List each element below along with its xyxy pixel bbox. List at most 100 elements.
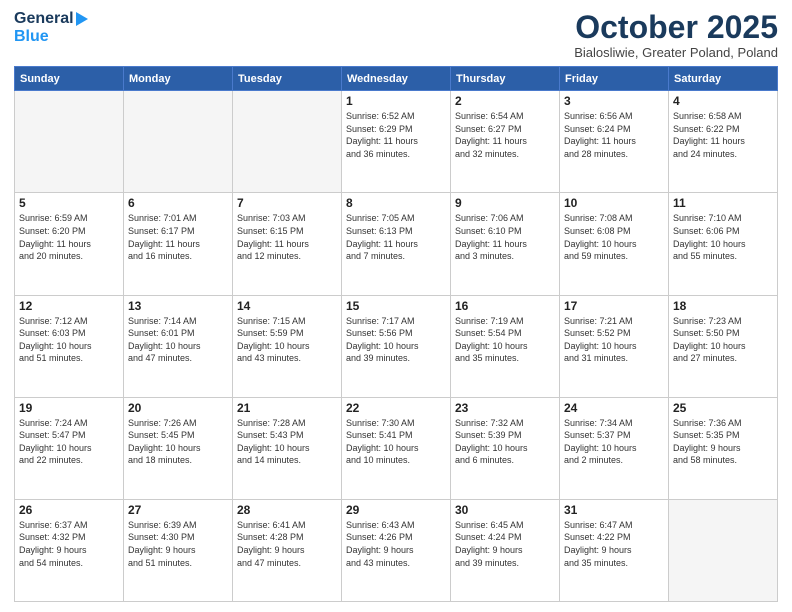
day-info: Sunrise: 6:41 AMSunset: 4:28 PMDaylight:… (237, 519, 337, 569)
day-info-line: Sunset: 6:29 PM (346, 124, 413, 134)
day-info: Sunrise: 7:28 AMSunset: 5:43 PMDaylight:… (237, 417, 337, 467)
day-info-line: and 51 minutes. (128, 558, 192, 568)
calendar-cell: 2 Sunrise: 6:54 AMSunset: 6:27 PMDaylight… (451, 91, 560, 193)
day-info-line: Sunset: 5:50 PM (673, 328, 740, 338)
day-info: Sunrise: 7:36 AMSunset: 5:35 PMDaylight:… (673, 417, 773, 467)
day-info: Sunrise: 6:54 AMSunset: 6:27 PMDaylight:… (455, 110, 555, 160)
day-info-line: Sunset: 6:20 PM (19, 226, 86, 236)
day-info-line: Daylight: 11 hours (128, 239, 200, 249)
day-info: Sunrise: 7:03 AM Sunset: 6:15 PM Daylight:… (237, 212, 337, 262)
day-number: 18 (673, 299, 773, 313)
day-number: 24 (564, 401, 664, 415)
day-info: Sunrise: 7:23 AMSunset: 5:50 PMDaylight:… (673, 315, 773, 365)
day-info-line: Daylight: 11 hours (346, 239, 418, 249)
day-info-line: Sunrise: 6:52 AM (346, 111, 415, 121)
day-info-line: Sunset: 6:08 PM (564, 226, 631, 236)
day-number: 11 (673, 196, 773, 210)
day-info-line: Sunset: 4:32 PM (19, 532, 86, 542)
day-info-line: Sunrise: 7:03 AM (237, 213, 306, 223)
day-info-line: and 32 minutes. (455, 149, 519, 159)
day-info-line: Sunset: 5:54 PM (455, 328, 522, 338)
day-number: 7 (237, 196, 337, 210)
day-info: Sunrise: 7:06 AMSunset: 6:10 PMDaylight:… (455, 212, 555, 262)
day-info-line: Sunrise: 6:45 AM (455, 520, 524, 530)
col-sunday: Sunday (15, 67, 124, 91)
calendar-week-4: 19Sunrise: 7:24 AMSunset: 5:47 PMDayligh… (15, 397, 778, 499)
day-info-line: and 16 minutes. (128, 251, 192, 261)
day-info-line: Daylight: 10 hours (346, 341, 419, 351)
day-info: Sunrise: 7:05 AMSunset: 6:13 PMDaylight:… (346, 212, 446, 262)
day-info: Sunrise: 6:47 AMSunset: 4:22 PMDaylight:… (564, 519, 664, 569)
calendar-cell: 26Sunrise: 6:37 AMSunset: 4:32 PMDayligh… (15, 499, 124, 601)
day-info: Sunrise: 7:32 AMSunset: 5:39 PMDaylight:… (455, 417, 555, 467)
day-info-line: and 20 minutes. (19, 251, 83, 261)
calendar-cell: 27Sunrise: 6:39 AMSunset: 4:30 PMDayligh… (124, 499, 233, 601)
day-info-line: Sunset: 5:39 PM (455, 430, 522, 440)
day-number: 27 (128, 503, 228, 517)
day-number: 19 (19, 401, 119, 415)
title-area: October 2025 Bialosliwie, Greater Poland… (574, 10, 778, 60)
day-info-line: Sunrise: 7:32 AM (455, 418, 524, 428)
day-info-line: and 14 minutes. (237, 455, 301, 465)
day-info-line: Daylight: 11 hours (673, 136, 745, 146)
col-saturday: Saturday (669, 67, 778, 91)
day-info-line: Sunset: 5:43 PM (237, 430, 304, 440)
day-info-line: and 7 minutes. (346, 251, 405, 261)
day-info-line: Daylight: 9 hours (346, 545, 414, 555)
day-info: Sunrise: 6:43 AMSunset: 4:26 PMDaylight:… (346, 519, 446, 569)
day-info-line: Daylight: 9 hours (128, 545, 196, 555)
day-info: Sunrise: 6:56 AMSunset: 6:24 PMDaylight:… (564, 110, 664, 160)
day-info-line: Sunset: 6:15 PM (237, 226, 304, 236)
day-number: 14 (237, 299, 337, 313)
col-friday: Friday (560, 67, 669, 91)
day-info-line: and 59 minutes. (564, 251, 628, 261)
logo-general-text: General (14, 10, 74, 27)
day-info-line: Daylight: 11 hours (237, 239, 309, 249)
calendar-cell: 18 Sunrise: 7:23 AMSunset: 5:50 PMDayligh… (669, 295, 778, 397)
day-info-line: Daylight: 10 hours (19, 341, 92, 351)
day-info-line: Sunrise: 7:17 AM (346, 316, 415, 326)
day-info: Sunrise: 6:37 AMSunset: 4:32 PMDaylight:… (19, 519, 119, 569)
calendar-cell: 22Sunrise: 7:30 AMSunset: 5:41 PMDayligh… (342, 397, 451, 499)
calendar-cell: 24Sunrise: 7:34 AMSunset: 5:37 PMDayligh… (560, 397, 669, 499)
day-info-line: and 35 minutes. (564, 558, 628, 568)
day-info-line: Daylight: 10 hours (346, 443, 419, 453)
day-info-line: and 27 minutes. (673, 353, 737, 363)
day-info-line: Sunrise: 7:01 AM (128, 213, 197, 223)
calendar-cell: 1 Sunrise: 6:52 AM Sunset: 6:29 PM Daylight… (342, 91, 451, 193)
calendar-cell: 31Sunrise: 6:47 AMSunset: 4:22 PMDayligh… (560, 499, 669, 601)
day-info-line: Sunset: 6:24 PM (564, 124, 631, 134)
day-info-line: and 12 minutes. (237, 251, 301, 261)
calendar-table: Sunday Monday Tuesday Wednesday Thursday… (14, 66, 778, 602)
day-info-line: and 31 minutes. (564, 353, 628, 363)
day-info-line: Daylight: 11 hours (346, 136, 418, 146)
logo-chevron-icon (76, 12, 88, 26)
day-number: 1 (346, 94, 446, 108)
day-number: 2 (455, 94, 555, 108)
col-thursday: Thursday (451, 67, 560, 91)
day-info-line: Daylight: 10 hours (673, 239, 746, 249)
day-info-line: Daylight: 10 hours (564, 341, 637, 351)
day-info-line: Sunset: 4:22 PM (564, 532, 631, 542)
day-info-line: Daylight: 9 hours (564, 545, 632, 555)
day-info-line: Sunrise: 7:26 AM (128, 418, 197, 428)
day-info-line: Daylight: 9 hours (237, 545, 305, 555)
calendar-cell: 16Sunrise: 7:19 AMSunset: 5:54 PMDayligh… (451, 295, 560, 397)
day-number: 23 (455, 401, 555, 415)
day-info-line: and 10 minutes. (346, 455, 410, 465)
calendar-cell (669, 499, 778, 601)
day-number: 25 (673, 401, 773, 415)
day-info-line: and 47 minutes. (128, 353, 192, 363)
day-info-line: Sunset: 6:03 PM (19, 328, 86, 338)
day-info: Sunrise: 7:10 AMSunset: 6:06 PMDaylight:… (673, 212, 773, 262)
day-info-line: Sunrise: 7:06 AM (455, 213, 524, 223)
day-info-line: Daylight: 11 hours (455, 239, 527, 249)
calendar-week-5: 26Sunrise: 6:37 AMSunset: 4:32 PMDayligh… (15, 499, 778, 601)
day-info-line: Sunset: 4:26 PM (346, 532, 413, 542)
calendar-week-2: 5Sunrise: 6:59 AMSunset: 6:20 PMDaylight… (15, 193, 778, 295)
day-info-line: Sunset: 5:35 PM (673, 430, 740, 440)
day-info-line: and 24 minutes. (673, 149, 737, 159)
calendar-cell: 19Sunrise: 7:24 AMSunset: 5:47 PMDayligh… (15, 397, 124, 499)
day-info-line: Daylight: 10 hours (673, 341, 746, 351)
col-monday: Monday (124, 67, 233, 91)
